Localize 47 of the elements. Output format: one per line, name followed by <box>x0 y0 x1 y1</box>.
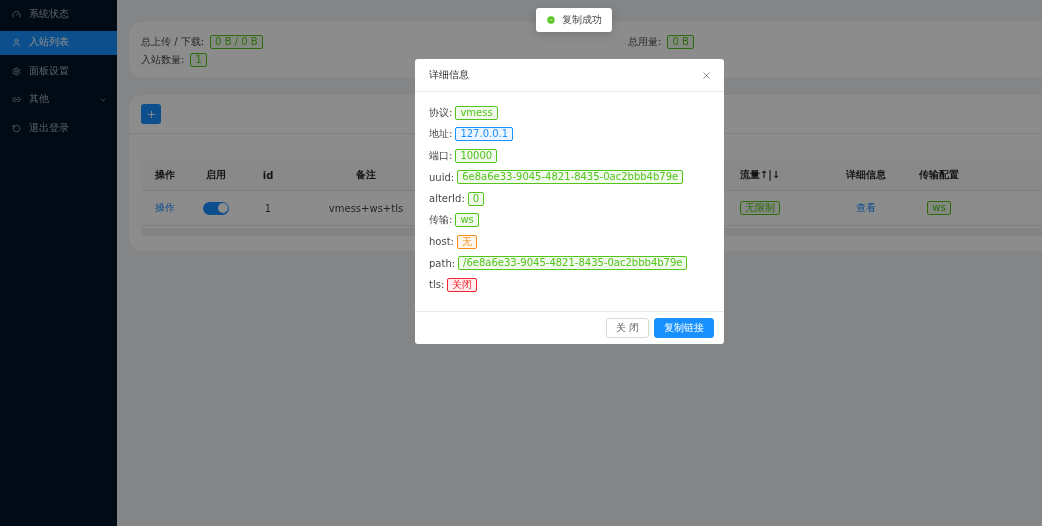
sidebar-item[interactable]: 退出登录 <box>0 116 117 140</box>
details-link[interactable]: 查看 <box>856 201 876 215</box>
action-link[interactable]: 操作 <box>154 201 175 215</box>
column-header: 操作 <box>154 168 175 182</box>
field-label: 地址: <box>429 127 453 141</box>
user-icon <box>12 38 21 47</box>
value-tag: 0 <box>467 191 485 206</box>
field-label: path: <box>429 257 456 269</box>
stat-label: 入站数量: <box>141 53 185 67</box>
value-tag: 127.0.0.1 <box>455 127 514 141</box>
value-tag: ws <box>455 213 479 227</box>
field-label: uuid: <box>429 171 455 183</box>
column-header: 详细信息 <box>846 168 886 182</box>
field-label: alterId: <box>429 193 465 204</box>
table-cell: vmess+ws+tls <box>328 202 404 214</box>
value-tag: /6e8a6e33-9045-4821-8435-0ac2bbb4b79e <box>458 256 688 270</box>
value-tag: vmess <box>455 105 498 120</box>
column-header: 流量↑|↓ <box>739 168 781 182</box>
success-icon <box>546 15 556 25</box>
field-label: 端口: <box>429 148 453 163</box>
table-cell: 1 <box>264 202 272 214</box>
column-header: 备注 <box>356 168 376 182</box>
value-tag: 10000 <box>455 148 498 163</box>
enable-toggle[interactable] <box>203 201 229 215</box>
sidebar-item[interactable]: 系统状态 <box>0 2 117 26</box>
stat-label: 总上传 / 下载: <box>141 35 205 49</box>
field-label: tls: <box>429 279 445 290</box>
field-label: 协议: <box>429 105 453 120</box>
copy-link-button[interactable]: 复制链接 <box>654 318 714 338</box>
sidebar-item[interactable]: 入站列表 <box>0 30 117 55</box>
field-label: host: <box>429 236 454 247</box>
column-header: 传输配置 <box>919 168 959 182</box>
stat-label: 总用量: <box>628 35 662 49</box>
close-button[interactable]: 关 闭 <box>605 318 649 338</box>
column-header: id <box>262 169 274 181</box>
value-tag: 无 <box>456 234 477 249</box>
modal-title: 详细信息 <box>429 68 469 82</box>
toast-text: 复制成功 <box>562 13 602 27</box>
value-tag: 关闭 <box>447 277 478 292</box>
sidebar-item[interactable]: 其他 <box>0 87 117 112</box>
close-button[interactable] <box>701 69 712 81</box>
value-tag: 6e8a6e33-9045-4821-8435-0ac2bbb4b79e <box>457 170 684 184</box>
add-button[interactable] <box>141 104 161 124</box>
field-label: 传输: <box>429 213 453 227</box>
sidebar-item[interactable]: 面板设置 <box>0 59 117 83</box>
column-header: 启用 <box>206 168 226 182</box>
plus-icon <box>145 108 157 120</box>
